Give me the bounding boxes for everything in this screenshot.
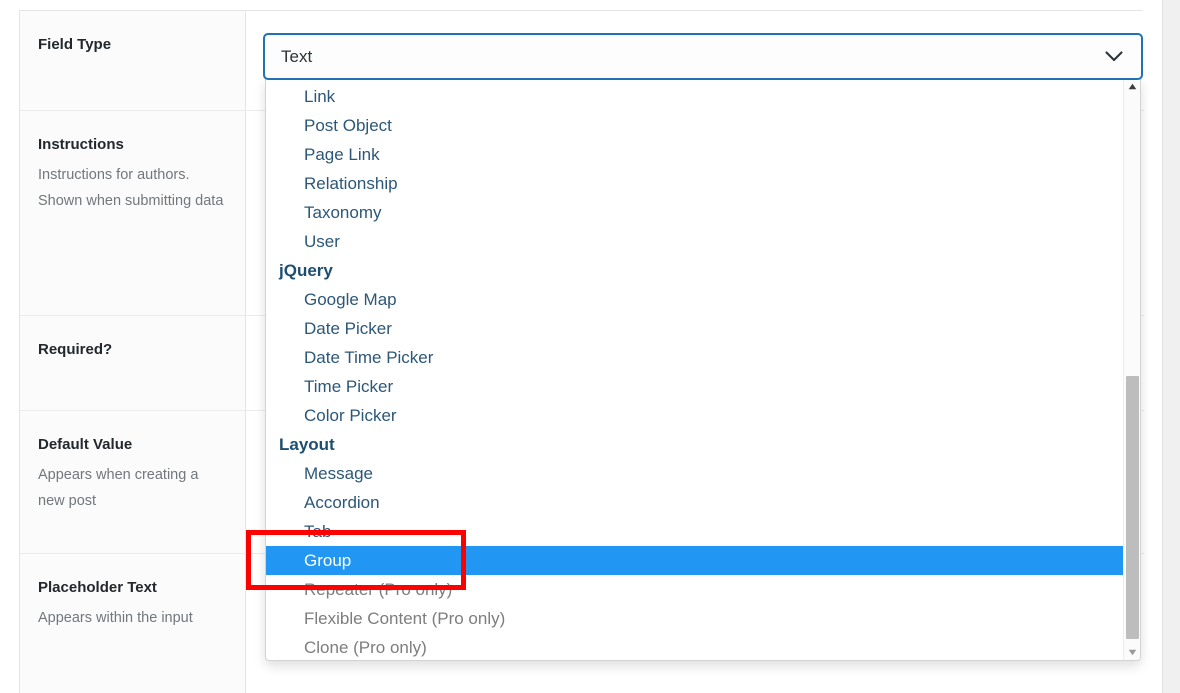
field-description-instructions: Instructions for authors. Shown when sub… <box>38 167 224 209</box>
field-description-default-value: Appears when creating a new post <box>38 467 199 509</box>
field-type-select-wrapper: Text <box>263 33 1143 80</box>
dropdown-option[interactable]: Google Map <box>266 285 1125 314</box>
dropdown-option[interactable]: Group <box>266 546 1125 575</box>
dropdown-option[interactable]: Time Picker <box>266 372 1125 401</box>
dropdown-option[interactable]: User <box>266 227 1125 256</box>
field-label-required: Required? <box>38 341 113 358</box>
dropdown-group-label: Layout <box>279 435 335 454</box>
field-type-option-list: Link Post Object Page Link Relationship Taxo… <box>266 82 1125 660</box>
field-type-dropdown-scrollport: Link Post Object Page Link Relationship Taxo… <box>266 78 1125 660</box>
field-label-column-instructions: Instructions Instructions for authors. S… <box>20 111 246 315</box>
field-label-placeholder-text: Placeholder Text <box>38 579 157 596</box>
field-type-dropdown-list[interactable]: Link Post Object Page Link Relationship Taxo… <box>265 78 1141 661</box>
dropdown-scrollbar[interactable] <box>1123 78 1140 660</box>
dropdown-option[interactable]: Link <box>266 82 1125 111</box>
page-right-gutter <box>1163 0 1180 693</box>
dropdown-option[interactable]: Page Link <box>266 140 1125 169</box>
dropdown-option[interactable]: Relationship <box>266 169 1125 198</box>
dropdown-option: Flexible Content (Pro only) <box>304 609 506 628</box>
scroll-up-arrow-icon[interactable] <box>1124 78 1140 95</box>
field-label-column-placeholder-text: Placeholder Text Appears within the inpu… <box>20 554 246 693</box>
field-label-field-type: Field Type <box>38 36 112 53</box>
dropdown-option[interactable]: Taxonomy <box>266 198 1125 227</box>
dropdown-option[interactable]: Date Picker <box>266 314 1125 343</box>
dropdown-group-label: jQuery <box>279 261 333 280</box>
dropdown-option[interactable]: Accordion <box>266 488 1125 517</box>
dropdown-option: Repeater (Pro only) <box>304 580 453 599</box>
field-description-placeholder-text: Appears within the input <box>38 610 193 626</box>
field-label-column-default-value: Default Value Appears when creating a ne… <box>20 411 246 553</box>
dropdown-option: Clone (Pro only) <box>304 638 427 657</box>
screenshot-root: Field Type Instructions Instructions for… <box>0 0 1180 693</box>
chevron-down-icon[interactable] <box>1104 47 1124 67</box>
field-type-select-value: Text <box>281 47 313 66</box>
dropdown-scrollbar-thumb[interactable] <box>1126 376 1139 639</box>
field-label-instructions: Instructions <box>38 136 124 153</box>
field-type-select[interactable]: Text <box>263 33 1143 80</box>
dropdown-option[interactable]: Post Object <box>266 111 1125 140</box>
dropdown-option[interactable]: Message <box>266 459 1125 488</box>
field-label-column-required: Required? <box>20 316 246 410</box>
field-label-default-value: Default Value <box>38 436 133 453</box>
field-label-column-field-type: Field Type <box>20 11 246 110</box>
dropdown-option[interactable]: Tab <box>266 517 1125 546</box>
dropdown-option[interactable]: Color Picker <box>266 401 1125 430</box>
scroll-down-arrow-icon[interactable] <box>1124 644 1140 660</box>
dropdown-option[interactable]: Date Time Picker <box>266 343 1125 372</box>
